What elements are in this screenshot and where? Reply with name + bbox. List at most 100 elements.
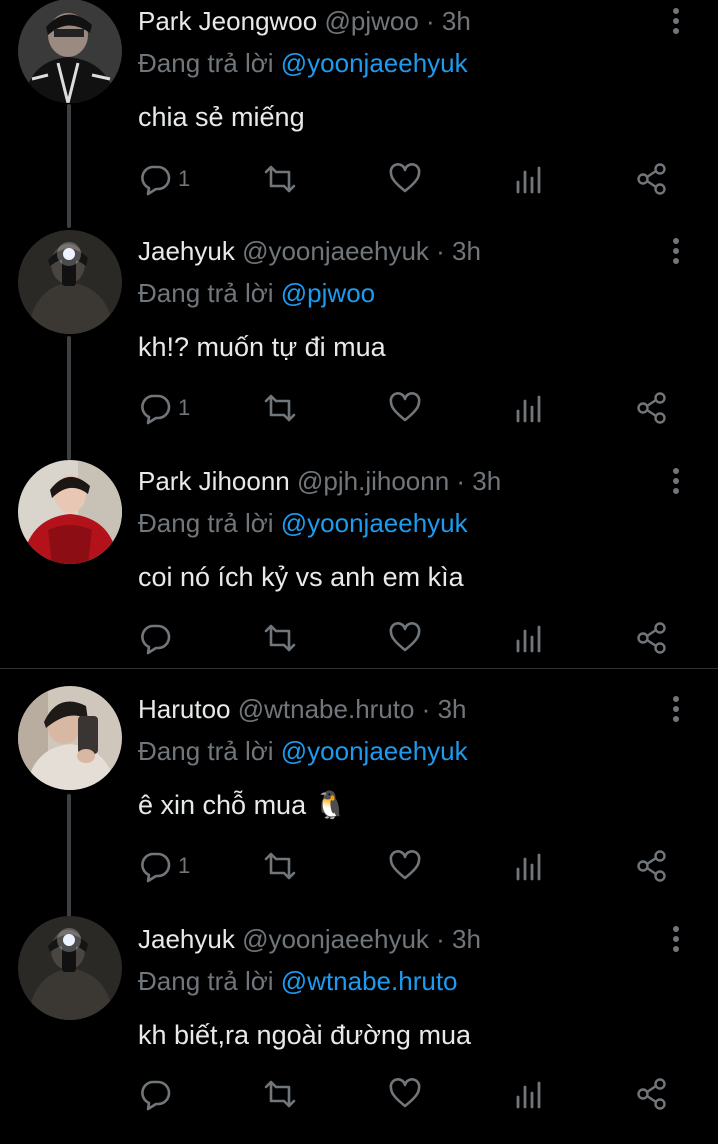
replying-to: Đang trả lời @yoonjaeehyuk xyxy=(138,506,468,540)
separator: · xyxy=(449,466,473,496)
views-button[interactable] xyxy=(514,618,544,658)
tweet[interactable]: Harutoo @wtnabe.hruto · 3h Đang trả lời … xyxy=(0,686,718,920)
reply-icon xyxy=(141,165,171,196)
tweet[interactable]: Park Jeongwoo @pjwoo · 3h Đang trả lời @… xyxy=(0,0,718,228)
user-handle[interactable]: @yoonjaeehyuk xyxy=(242,924,429,954)
separator: · xyxy=(418,6,442,36)
reply-icon xyxy=(141,624,171,655)
replying-to-mention[interactable]: @yoonjaeehyuk xyxy=(281,736,468,766)
share-button[interactable] xyxy=(636,388,668,428)
reply-button[interactable]: 1 xyxy=(138,388,190,428)
replying-to-label: Đang trả lời xyxy=(138,508,281,538)
timestamp[interactable]: 3h xyxy=(452,924,481,954)
tweet-header: Park Jeongwoo @pjwoo · 3h xyxy=(138,4,471,38)
user-handle[interactable]: @pjwoo xyxy=(324,6,418,36)
tweet-header: Jaehyuk @yoonjaeehyuk · 3h xyxy=(138,922,481,956)
tweet-text: kh biết,ra ngoài đường mua xyxy=(138,1020,471,1050)
share-button[interactable] xyxy=(636,846,668,886)
replying-to-label: Đang trả lời xyxy=(138,48,281,78)
separator: · xyxy=(428,924,453,954)
display-name[interactable]: Park Jihoonn xyxy=(138,466,290,496)
tweet-header: Harutoo @wtnabe.hruto · 3h xyxy=(138,692,466,726)
more-button[interactable] xyxy=(662,4,690,38)
replying-to-mention[interactable]: @yoonjaeehyuk xyxy=(281,48,468,78)
replying-to-mention[interactable]: @wtnabe.hruto xyxy=(281,966,458,996)
retweet-button[interactable] xyxy=(262,388,298,428)
tweet[interactable]: Jaehyuk @yoonjaeehyuk · 3h Đang trả lời … xyxy=(0,228,718,460)
user-handle[interactable]: @pjh.jihoonn xyxy=(297,466,449,496)
timestamp[interactable]: 3h xyxy=(452,236,481,266)
timestamp[interactable]: 3h xyxy=(472,466,501,496)
timestamp[interactable]: 3h xyxy=(442,6,471,36)
views-icon xyxy=(516,625,541,653)
reply-button[interactable] xyxy=(138,1074,178,1114)
reply-button[interactable] xyxy=(138,618,178,658)
tweet-text: ê xin chỗ mua 🐧 xyxy=(138,790,348,820)
heart-icon xyxy=(389,622,421,652)
more-vertical-icon xyxy=(673,8,679,34)
reply-button[interactable]: 1 xyxy=(138,846,190,886)
retweet-icon xyxy=(264,624,296,652)
display-name[interactable]: Harutoo xyxy=(138,694,231,724)
heart-icon xyxy=(389,1078,421,1108)
tweet-text: kh!? muốn tự đi mua xyxy=(138,332,386,362)
more-vertical-icon xyxy=(673,926,679,952)
like-button[interactable] xyxy=(388,388,422,428)
display-name[interactable]: Park Jeongwoo xyxy=(138,6,317,36)
retweet-button[interactable] xyxy=(262,846,298,886)
retweet-icon xyxy=(264,852,296,880)
like-button[interactable] xyxy=(388,1074,422,1114)
views-icon xyxy=(516,1081,541,1109)
more-button[interactable] xyxy=(662,234,690,268)
reply-icon xyxy=(141,852,171,883)
display-name[interactable]: Jaehyuk xyxy=(138,236,235,266)
share-button[interactable] xyxy=(636,618,668,658)
avatar[interactable] xyxy=(18,230,122,334)
share-icon xyxy=(637,163,666,195)
tweet-text: coi nó ích kỷ vs anh em kìa xyxy=(138,562,464,592)
views-button[interactable] xyxy=(514,1074,544,1114)
heart-icon xyxy=(389,392,421,422)
more-vertical-icon xyxy=(673,696,679,722)
tweet-actions xyxy=(138,1074,678,1114)
retweet-button[interactable] xyxy=(262,159,298,199)
more-button[interactable] xyxy=(662,464,690,498)
replying-to-mention[interactable]: @yoonjaeehyuk xyxy=(281,508,468,538)
retweet-button[interactable] xyxy=(262,1074,298,1114)
share-icon xyxy=(637,850,666,882)
views-button[interactable] xyxy=(514,846,544,886)
thread-connector xyxy=(67,336,71,460)
views-button[interactable] xyxy=(514,388,544,428)
tweet-text: chia sẻ miếng xyxy=(138,102,305,132)
timestamp[interactable]: 3h xyxy=(438,694,467,724)
tweet-actions: 1 xyxy=(138,159,678,199)
replying-to-label: Đang trả lời xyxy=(138,966,281,996)
tweet[interactable]: Jaehyuk @yoonjaeehyuk · 3h Đang trả lời … xyxy=(0,916,718,1144)
like-button[interactable] xyxy=(388,618,422,658)
avatar[interactable] xyxy=(18,916,122,1020)
like-button[interactable] xyxy=(388,846,422,886)
more-button[interactable] xyxy=(662,692,690,726)
avatar[interactable] xyxy=(18,686,122,790)
user-handle[interactable]: @yoonjaeehyuk xyxy=(242,236,429,266)
display-name[interactable]: Jaehyuk xyxy=(138,924,235,954)
share-icon xyxy=(637,1078,666,1110)
share-button[interactable] xyxy=(636,1074,668,1114)
user-handle[interactable]: @wtnabe.hruto xyxy=(238,694,415,724)
share-button[interactable] xyxy=(636,159,668,199)
tweet[interactable]: Park Jihoonn @pjh.jihoonn · 3h Đang trả … xyxy=(0,458,718,686)
share-icon xyxy=(637,392,666,424)
views-button[interactable] xyxy=(514,159,544,199)
more-button[interactable] xyxy=(662,922,690,956)
avatar[interactable] xyxy=(18,0,122,103)
retweet-icon xyxy=(264,394,296,422)
replying-to-mention[interactable]: @pjwoo xyxy=(281,278,375,308)
like-button[interactable] xyxy=(388,159,422,199)
avatar[interactable] xyxy=(18,460,122,564)
reply-button[interactable]: 1 xyxy=(138,159,190,199)
retweet-button[interactable] xyxy=(262,618,298,658)
heart-icon xyxy=(389,163,421,193)
more-vertical-icon xyxy=(673,468,679,494)
views-icon xyxy=(516,853,541,881)
reply-icon xyxy=(141,1080,171,1111)
